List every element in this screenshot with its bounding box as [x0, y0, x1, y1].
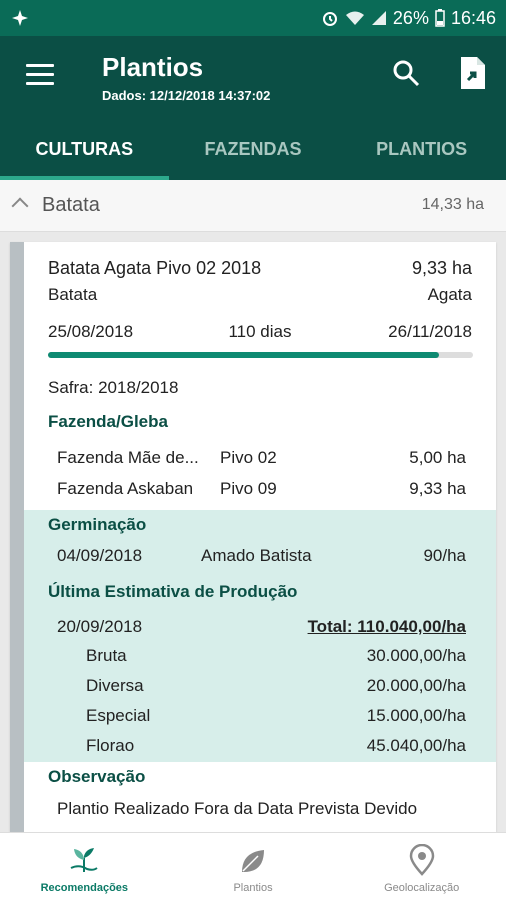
estimativa-label-florao: Florao [86, 736, 135, 755]
nav-recomendacoes-label: Recomendações [40, 882, 129, 894]
estimativa-date: 20/09/2018 [57, 617, 143, 636]
estimativa-value-bruta: 30.000,00/ha [366, 646, 466, 665]
bottom-navigation: Recomendações Plantios Geolocalização [0, 832, 506, 900]
fazenda-name-2: Fazenda Askaban [57, 479, 194, 498]
germinacao-value: 90/ha [423, 546, 466, 565]
tab-fazendas[interactable]: FAZENDAS [169, 118, 338, 180]
status-bar: 26% 16:46 [0, 0, 506, 36]
nav-geolocalizacao[interactable]: Geolocalização [337, 833, 506, 900]
planting-card[interactable]: Batata Agata Pivo 02 2018 9,33 ha Batata… [10, 242, 496, 832]
nav-recomendacoes[interactable]: Recomendações [0, 833, 169, 900]
safra: Safra: 2018/2018 [48, 378, 179, 397]
alarm-icon [322, 12, 337, 26]
germinacao-person: Amado Batista [201, 546, 312, 565]
observacao-text: Plantio Realizado Fora da Data Prevista … [57, 799, 418, 818]
gleba-1: Pivo 02 [220, 448, 277, 467]
app-bar: Plantios Dados: 12/12/2018 14:37:02 [0, 36, 506, 118]
planting-area: 9,33 ha [411, 258, 472, 278]
nav-plantios[interactable]: Plantios [169, 833, 338, 900]
fazenda-area-2: 9,33 ha [409, 479, 466, 498]
crop-group-name: Batata [42, 194, 100, 216]
chevron-up-icon [11, 197, 29, 215]
plant-hand-icon [70, 848, 98, 872]
wifi-icon [345, 11, 364, 25]
page-title: Plantios [102, 52, 204, 82]
tab-bar: CULTURAS FAZENDAS PLANTIOS [0, 118, 506, 180]
estimativa-value-diversa: 20.000,00/ha [366, 676, 466, 695]
tab-culturas[interactable]: CULTURAS [0, 118, 169, 180]
crop-group-area: 14,33 ha [421, 196, 484, 213]
fazenda-area-1: 5,00 ha [409, 448, 466, 467]
fazenda-label: Fazenda/Gleba [48, 412, 168, 431]
tab-plantios[interactable]: PLANTIOS [337, 118, 506, 180]
leaf-icon [242, 850, 264, 872]
estimativa-label: Última Estimativa de Produção [48, 582, 298, 601]
estimativa-label-especial: Especial [86, 706, 151, 725]
planting-title: Batata Agata Pivo 02 2018 [48, 258, 262, 278]
estimativa-value-florao: 45.040,00/ha [366, 736, 466, 755]
fazenda-name-1: Fazenda Mãe de... [57, 448, 199, 467]
data-timestamp: Dados: 12/12/2018 14:37:02 [102, 88, 271, 103]
clock: 16:46 [450, 7, 496, 28]
estimativa-label-diversa: Diversa [86, 676, 144, 695]
nav-plantios-label: Plantios [233, 882, 273, 894]
estimativa-value-especial: 15.000,00/ha [366, 706, 466, 725]
germinacao-label: Germinação [48, 515, 147, 534]
crop-group-header[interactable]: Batata 14,33 ha [0, 180, 506, 232]
menu-icon[interactable] [26, 64, 54, 86]
export-document-icon[interactable] [458, 56, 488, 90]
location-pin-icon [409, 844, 434, 876]
search-icon[interactable] [391, 58, 421, 88]
observacao-label: Observação [48, 767, 146, 786]
estimativa-label-bruta: Bruta [86, 646, 127, 665]
app-notification-icon [12, 10, 28, 26]
signal-icon [371, 11, 386, 25]
end-date: 26/11/2018 [388, 322, 472, 341]
battery-icon [435, 9, 445, 27]
planting-crop: Batata [48, 285, 98, 304]
estimativa-total: Total: 110.040,00/ha [307, 617, 466, 636]
battery-percent: 26% [392, 7, 429, 28]
planting-variety: Agata [427, 285, 472, 304]
germinacao-date: 04/09/2018 [57, 546, 143, 565]
planting-progress-bar [48, 352, 473, 358]
nav-geolocalizacao-label: Geolocalização [384, 882, 460, 894]
gleba-2: Pivo 09 [220, 479, 277, 498]
